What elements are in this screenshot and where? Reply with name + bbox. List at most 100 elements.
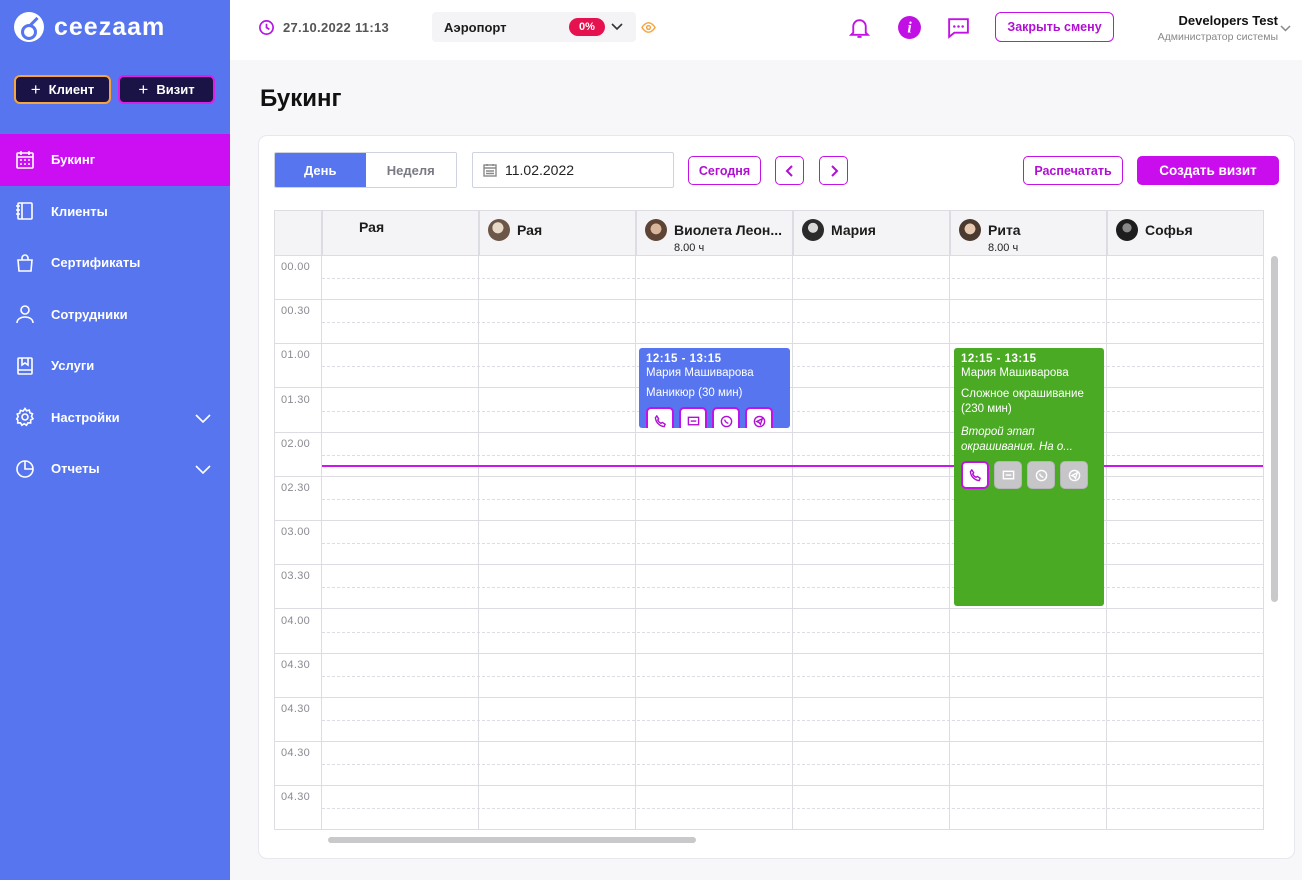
sidebar-item-services[interactable]: Услуги — [0, 340, 230, 392]
phone-icon[interactable] — [961, 461, 989, 489]
print-button[interactable]: Распечатать — [1023, 156, 1123, 185]
clock-icon — [259, 20, 274, 35]
chat-icon[interactable] — [946, 15, 971, 45]
logo-icon — [14, 12, 44, 42]
chevron-down-icon[interactable] — [610, 19, 624, 38]
current-time-line — [322, 465, 1263, 467]
message-icon[interactable] — [994, 461, 1022, 489]
sidebar-item-label: Букинг — [51, 152, 96, 168]
date-value: 11.02.2022 — [505, 162, 575, 178]
date-picker-input[interactable]: 11.02.2022 — [472, 152, 674, 188]
time-label: 02.30 — [281, 482, 311, 494]
next-day-button[interactable] — [819, 156, 848, 185]
time-row[interactable]: 04.00 — [275, 610, 1263, 654]
staff-column-header[interactable]: Рая — [479, 211, 636, 256]
sidebar-item-employees[interactable]: Сотрудники — [0, 289, 230, 341]
bag-icon — [14, 252, 36, 274]
time-row[interactable]: 03.30 — [275, 565, 1263, 610]
location-select[interactable]: Аэропорт — [432, 12, 636, 42]
time-row[interactable]: 04.30 — [275, 786, 1263, 830]
staff-column-header[interactable]: Мария — [793, 211, 950, 256]
time-row[interactable]: 02.00 — [275, 433, 1263, 477]
appointment-client: Мария Машиварова — [961, 367, 1069, 379]
appointment-card[interactable]: 12:15 - 13:15 Мария Машиварова Маникюр (… — [639, 348, 790, 428]
time-row[interactable]: 02.30 — [275, 477, 1263, 521]
add-visit-button[interactable]: + Визит — [118, 75, 215, 104]
time-label: 03.30 — [281, 570, 311, 583]
staff-name: Виолета Леон... — [674, 222, 783, 238]
telegram-icon[interactable] — [745, 407, 773, 428]
brand-name: ceezaam — [54, 12, 166, 41]
avatar — [488, 219, 510, 241]
book-icon — [14, 200, 36, 222]
bookmark-icon — [14, 355, 36, 377]
time-label: 00.00 — [281, 261, 311, 273]
info-icon[interactable]: i — [897, 15, 922, 45]
chevron-left-icon — [785, 164, 793, 177]
time-row[interactable]: 04.30 — [275, 698, 1263, 742]
time-label: 01.00 — [281, 349, 311, 362]
create-visit-button[interactable]: Создать визит — [1137, 156, 1279, 185]
sidebar-item-certificates[interactable]: Сертификаты — [0, 237, 230, 289]
time-row[interactable]: 00.30 — [275, 300, 1263, 345]
staff-hours: 8.00 ч — [988, 242, 1019, 254]
brand-logo[interactable]: ceezaam — [14, 12, 165, 42]
sidebar-item-label: Услуги — [51, 358, 95, 374]
svg-text:i: i — [907, 20, 912, 37]
calendar-icon — [483, 164, 497, 177]
staff-name: Рита — [988, 222, 1021, 238]
sidebar-item-label: Отчеты — [51, 461, 100, 477]
message-icon[interactable] — [679, 407, 707, 428]
time-label: 04.30 — [281, 658, 311, 671]
close-shift-button[interactable]: Закрыть смену — [995, 12, 1114, 42]
plus-icon: + — [30, 80, 41, 99]
chevron-down-icon — [194, 460, 212, 481]
time-row[interactable]: 04.30 — [275, 742, 1263, 787]
appointment-time: 12:15 - 13:15 — [961, 353, 1037, 365]
user-name: Developers Test — [1178, 13, 1278, 28]
datetime-text: 27.10.2022 11:13 — [283, 20, 390, 35]
time-label: 04.30 — [281, 747, 311, 760]
time-label: 01.30 — [281, 393, 311, 406]
vertical-scrollbar[interactable] — [1271, 256, 1278, 602]
phone-icon[interactable] — [646, 407, 674, 428]
chevron-right-icon — [830, 164, 838, 177]
user-menu[interactable]: Developers Test Администратор системы — [1158, 13, 1278, 43]
sidebar-item-settings[interactable]: Настройки — [0, 392, 230, 444]
bell-icon[interactable] — [847, 15, 872, 45]
eye-icon[interactable] — [641, 20, 656, 40]
sidebar-item-reports[interactable]: Отчеты — [0, 443, 230, 495]
chevron-down-icon[interactable] — [1279, 22, 1292, 40]
time-label: 04.00 — [281, 614, 311, 627]
avatar — [645, 219, 667, 241]
horizontal-scrollbar[interactable] — [328, 837, 696, 843]
plus-icon: + — [138, 80, 149, 99]
avatar — [959, 219, 981, 241]
today-button[interactable]: Сегодня — [688, 156, 761, 185]
staff-column-header[interactable]: Рая — [322, 211, 479, 256]
appointment-card[interactable]: 12:15 - 13:15 Мария Машиварова Сложное о… — [954, 348, 1104, 606]
time-row[interactable]: 00.00 — [275, 256, 1263, 300]
staff-column-header[interactable]: Виолета Леон... 8.00 ч — [636, 211, 793, 256]
telegram-icon[interactable] — [1060, 461, 1088, 489]
add-client-button[interactable]: + Клиент — [14, 75, 111, 104]
appointment-client: Мария Машиварова — [646, 367, 754, 379]
sidebar-item-booking[interactable]: Букинг — [0, 134, 230, 186]
tab-day[interactable]: День — [275, 153, 366, 187]
whatsapp-icon[interactable] — [1027, 461, 1055, 489]
staff-column-header[interactable]: Софья — [1107, 211, 1263, 256]
whatsapp-icon[interactable] — [712, 407, 740, 428]
time-row[interactable]: 04.30 — [275, 654, 1263, 698]
appointment-service: Сложное окрашивание (230 мин) — [961, 388, 1084, 415]
add-client-label: Клиент — [48, 82, 95, 97]
sidebar-item-label: Сотрудники — [51, 306, 128, 322]
staff-column-header[interactable]: Рита 8.00 ч — [950, 211, 1107, 256]
time-label: 04.30 — [281, 703, 311, 715]
sidebar-item-clients[interactable]: Клиенты — [0, 186, 230, 238]
tab-week[interactable]: Неделя — [365, 153, 456, 187]
time-row[interactable]: 03.00 — [275, 521, 1263, 566]
staff-name: Софья — [1145, 222, 1193, 238]
top-bar: 27.10.2022 11:13 Аэропорт 0% i Закрыть с… — [230, 0, 1302, 60]
user-role: Администратор системы — [1157, 31, 1278, 43]
prev-day-button[interactable] — [775, 156, 804, 185]
